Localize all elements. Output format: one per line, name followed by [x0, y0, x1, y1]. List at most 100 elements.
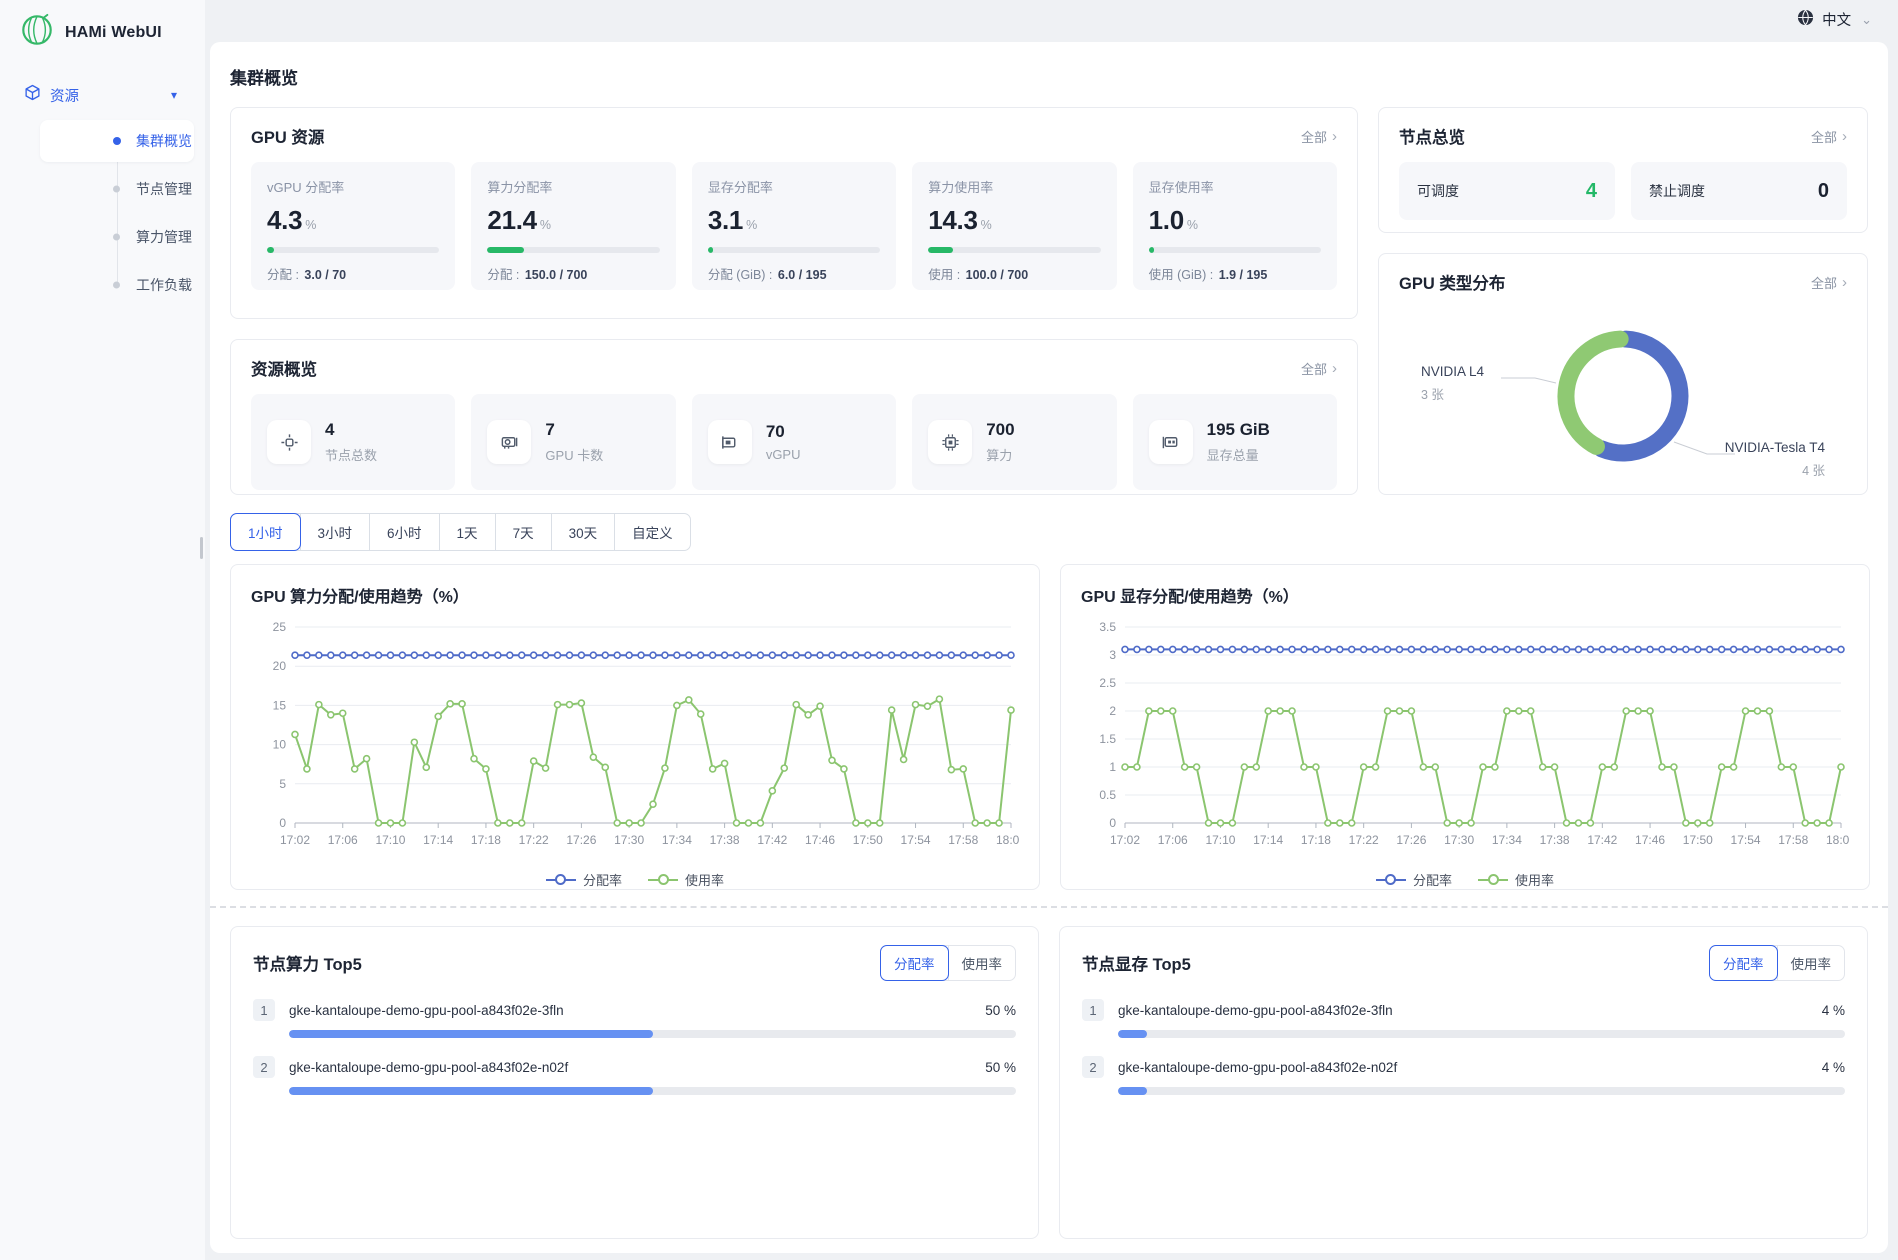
time-tab-1d[interactable]: 1天 — [439, 514, 495, 550]
svg-text:17:06: 17:06 — [1158, 833, 1188, 847]
legend-item-allocation[interactable]: 分配率 — [546, 870, 622, 889]
tile-value: 4 — [1586, 180, 1597, 203]
svg-text:2: 2 — [1109, 704, 1116, 718]
node-value: 4 % — [1822, 1060, 1845, 1075]
metric-memory-allocation: 显存分配率 3.1% 分配 (GiB) : 6.0 / 195 — [692, 162, 896, 290]
svg-text:1: 1 — [1109, 760, 1116, 774]
chevron-right-icon: › — [1332, 361, 1337, 376]
metric-footer: 分配 : 150.0 / 700 — [487, 264, 659, 283]
view-all-link[interactable]: 全部 › — [1811, 273, 1847, 292]
view-all-label: 全部 — [1301, 359, 1327, 378]
metric-progress — [928, 247, 1100, 253]
legend-item-usage[interactable]: 使用率 — [648, 870, 724, 889]
chevron-down-icon: ⌄ — [1861, 12, 1872, 28]
node-name: gke-kantaloupe-demo-gpu-pool-a843f02e-3f… — [289, 1003, 985, 1018]
compute-chip-icon — [928, 420, 972, 464]
time-tab-1h[interactable]: 1小时 — [230, 513, 301, 551]
chart-legend: 分配率 使用率 — [1081, 870, 1849, 889]
memory-icon — [1149, 420, 1193, 464]
sidebar-resize-handle[interactable] — [200, 537, 203, 559]
submenu-rail — [117, 142, 118, 284]
legend-item-usage[interactable]: 使用率 — [1478, 870, 1554, 889]
legend-item-allocation[interactable]: 分配率 — [1376, 870, 1452, 889]
svg-text:0: 0 — [1109, 816, 1116, 830]
svg-text:20: 20 — [273, 659, 287, 673]
svg-text:17:50: 17:50 — [1683, 833, 1713, 847]
chart-title: GPU 算力分配/使用趋势（%） — [251, 583, 1019, 607]
brand-name: HAMi WebUI — [65, 24, 162, 42]
metric-label: 显存分配率 — [708, 177, 880, 196]
timeline-dot — [113, 186, 120, 193]
resource-value: 7 — [545, 420, 603, 440]
node-name: gke-kantaloupe-demo-gpu-pool-a843f02e-n0… — [289, 1060, 985, 1075]
svg-text:17:58: 17:58 — [1778, 833, 1808, 847]
resource-value: 4 — [325, 420, 377, 440]
time-tab-30d[interactable]: 30天 — [551, 514, 615, 550]
svg-text:15: 15 — [273, 698, 287, 712]
rank-badge: 1 — [253, 999, 275, 1021]
donut-label-nvidia-tesla-t4: NVIDIA-Tesla T4 4 张 — [1725, 440, 1825, 479]
resource-label: 显存总量 — [1207, 445, 1270, 464]
gpu-card-icon — [487, 420, 531, 464]
resource-overview-card: 资源概览 全部 › — [230, 339, 1358, 495]
donut-label-nvidia-l4: NVIDIA L4 3 张 — [1421, 364, 1484, 403]
time-tab-6h[interactable]: 6小时 — [369, 514, 439, 550]
vgpu-icon — [708, 420, 752, 464]
svg-text:1.5: 1.5 — [1099, 732, 1116, 746]
time-tab-custom[interactable]: 自定义 — [614, 514, 690, 550]
svg-text:17:34: 17:34 — [1492, 833, 1522, 847]
resource-value: 700 — [986, 420, 1014, 440]
node-bar — [1118, 1087, 1845, 1095]
metric-label: vGPU 分配率 — [267, 177, 439, 196]
metric-progress — [708, 247, 880, 253]
view-all-link[interactable]: 全部 › — [1811, 127, 1847, 146]
toggle-usage-rate[interactable]: 使用率 — [948, 946, 1016, 980]
toggle-allocation-rate[interactable]: 分配率 — [1709, 945, 1778, 981]
svg-text:3: 3 — [1109, 648, 1116, 662]
node-name: gke-kantaloupe-demo-gpu-pool-a843f02e-3f… — [1118, 1003, 1822, 1018]
legend-marker-icon — [648, 874, 678, 886]
node-memory-top5-card: 节点显存 Top5 分配率 使用率 1 gke-kantaloupe-demo-… — [1059, 926, 1868, 1239]
metric-value: 4.3% — [267, 205, 439, 236]
svg-text:17:42: 17:42 — [757, 833, 787, 847]
resource-tile-compute: 700算力 — [912, 394, 1116, 490]
sidebar-item-workloads[interactable]: 工作负载 — [40, 264, 194, 306]
sidebar-item-node-management[interactable]: 节点管理 — [40, 168, 194, 210]
toggle-allocation-rate[interactable]: 分配率 — [880, 945, 949, 981]
svg-text:17:26: 17:26 — [1396, 833, 1426, 847]
top5-row: 1 gke-kantaloupe-demo-gpu-pool-a843f02e-… — [1082, 999, 1845, 1038]
node-compute-top5-card: 节点算力 Top5 分配率 使用率 1 gke-kantaloupe-demo-… — [230, 926, 1039, 1239]
compute-top5-toggle: 分配率 使用率 — [880, 945, 1016, 981]
sidebar-item-cluster-overview[interactable]: 集群概览 — [40, 120, 194, 162]
svg-text:0: 0 — [279, 816, 286, 830]
toggle-usage-rate[interactable]: 使用率 — [1777, 946, 1845, 980]
metric-progress — [267, 247, 439, 253]
svg-text:3.5: 3.5 — [1099, 620, 1116, 634]
sidebar-section-resources[interactable]: 资源 ▾ — [24, 84, 191, 106]
view-all-link[interactable]: 全部 › — [1301, 127, 1337, 146]
caret-down-icon[interactable]: ▾ — [171, 88, 177, 102]
tile-label: 可调度 — [1417, 181, 1459, 201]
svg-text:17:02: 17:02 — [280, 833, 310, 847]
metric-vgpu-allocation: vGPU 分配率 4.3% 分配 : 3.0 / 70 — [251, 162, 455, 290]
node-bar — [289, 1030, 1016, 1038]
memory-top5-toggle: 分配率 使用率 — [1709, 945, 1845, 981]
svg-text:18:02: 18:02 — [1826, 833, 1849, 847]
main-panel: 集群概览 GPU 资源 全部 › vGPU 分配率 4. — [210, 42, 1888, 1253]
svg-text:17:58: 17:58 — [948, 833, 978, 847]
chart-title: GPU 显存分配/使用趋势（%） — [1081, 583, 1849, 607]
tile-value: 0 — [1818, 180, 1829, 203]
sidebar-item-label: 集群概览 — [136, 131, 192, 151]
language-selector[interactable]: 中文 ⌄ — [1797, 9, 1872, 30]
metric-compute-allocation: 算力分配率 21.4% 分配 : 150.0 / 700 — [471, 162, 675, 290]
node-name: gke-kantaloupe-demo-gpu-pool-a843f02e-n0… — [1118, 1060, 1822, 1075]
time-tab-3h[interactable]: 3小时 — [300, 514, 370, 550]
view-all-link[interactable]: 全部 › — [1301, 359, 1337, 378]
globe-icon — [1797, 9, 1814, 30]
sidebar-item-compute-management[interactable]: 算力管理 — [40, 216, 194, 258]
card-title: 资源概览 — [251, 356, 317, 380]
time-tab-7d[interactable]: 7天 — [495, 514, 551, 550]
compute-trend-card: GPU 算力分配/使用趋势（%） 051015202517:0217:0617:… — [230, 564, 1040, 890]
metric-compute-usage: 算力使用率 14.3% 使用 : 100.0 / 700 — [912, 162, 1116, 290]
resource-label: vGPU — [766, 447, 801, 462]
